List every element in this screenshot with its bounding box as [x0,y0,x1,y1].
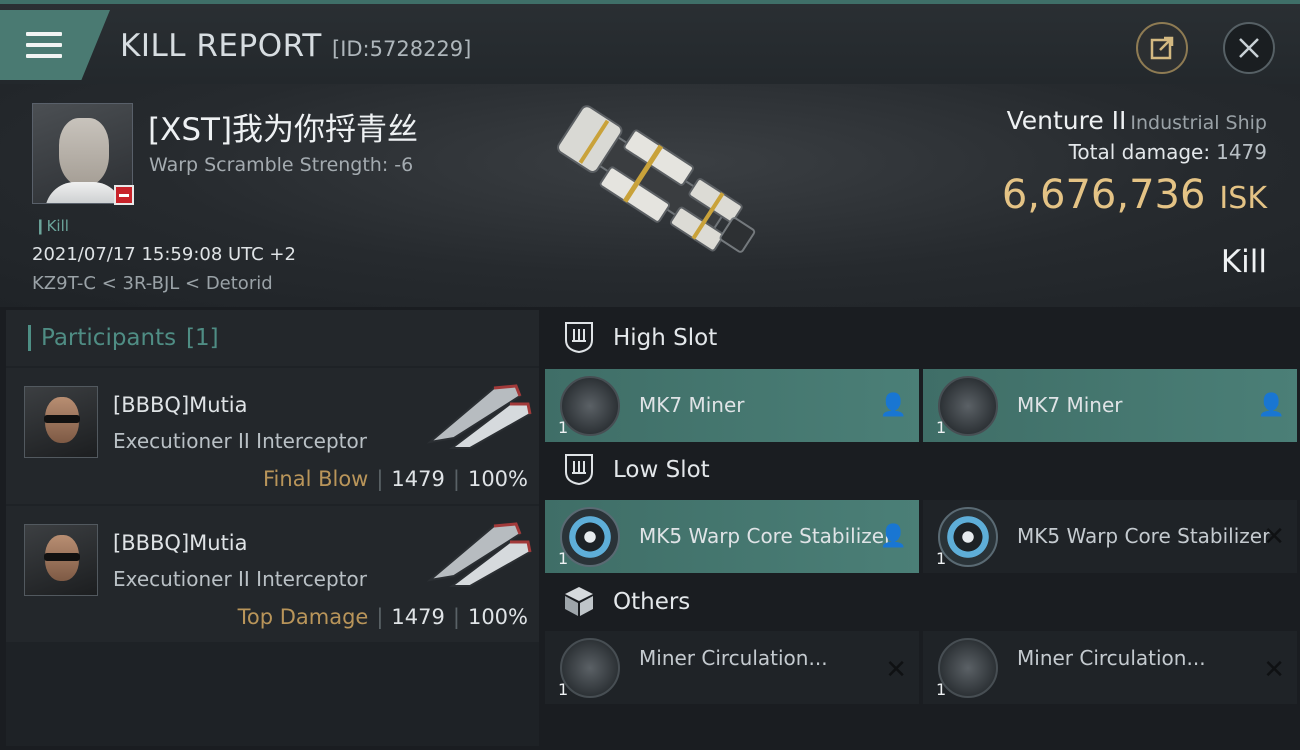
participants-title: Participants [41,325,177,351]
module-slot[interactable]: 1 Miner Circulation... ✕ [545,631,919,704]
participant-ship: Executioner II Interceptor [113,567,367,591]
fitted-person-icon: 👤 [1257,393,1285,418]
low-slot-header: Low Slot [545,442,1298,500]
participant-row[interactable]: [BBBQ]Mutia Executioner II Interceptor F… [6,368,539,504]
total-damage: Total damage: 1479 [1069,140,1267,164]
avatar[interactable] [24,524,98,596]
victim-section: [XST]我为你捋青丝 Warp Scramble Strength: -6 ❙… [0,84,1300,307]
close-icon [1239,38,1259,58]
module-slot[interactable]: 1 MK5 Warp Core Stabilizer 👤 [545,500,919,573]
others-title: Others [613,589,691,615]
ship-name[interactable]: Venture II [1007,106,1127,135]
module-slot[interactable]: 1 MK5 Warp Core Stabilizer ✕ [923,500,1297,573]
participant-damage: 1479 [391,467,445,491]
module-quantity: 1 [558,549,569,568]
hostile-status-badge [114,185,134,205]
module-slot[interactable]: 1 Miner Circulation... ✕ [923,631,1297,704]
destroyed-icon: ✕ [885,655,907,685]
module-slot[interactable]: 1 MK7 Miner 👤 [923,369,1297,442]
module-quantity: 1 [936,680,947,699]
participant-stats: Final Blow | 1479 | 100% [263,467,528,491]
module-slot[interactable]: 1 MK7 Miner 👤 [545,369,919,442]
weapon-icon [426,522,532,587]
weapon-icon [426,384,532,449]
total-damage-value: 1479 [1216,140,1267,164]
miner-rig-icon [560,638,620,698]
participant-tag: Final Blow [263,467,369,491]
warp-core-stabilizer-icon [938,507,998,567]
miner-module-icon [938,376,998,436]
participant-row[interactable]: [BBBQ]Mutia Executioner II Interceptor T… [6,506,539,642]
warp-scramble-strength: Warp Scramble Strength: -6 [149,154,414,176]
participants-panel: Participants [1] [BBBQ]Mutia Executioner… [6,310,539,746]
participant-percent: 100% [467,467,528,491]
destroyed-icon: ✕ [1263,655,1285,685]
low-slot-title: Low Slot [613,457,710,483]
fittings-panel: High Slot 1 MK7 Miner 👤 1 MK7 Miner 👤 Lo… [545,310,1298,746]
module-quantity: 1 [558,680,569,699]
module-name: Miner Circulation... [639,646,828,670]
module-name: MK7 Miner [1017,393,1123,417]
high-slot-title: High Slot [613,325,718,351]
result-label: Kill [1220,244,1267,280]
participant-stats: Top Damage | 1479 | 100% [237,605,528,629]
total-damage-label: Total damage: [1068,140,1211,164]
share-icon [1150,36,1174,60]
warp-core-stabilizer-icon [560,507,620,567]
participant-percent: 100% [467,605,528,629]
fitted-person-icon: 👤 [879,524,907,549]
fitted-person-icon: 👤 [879,393,907,418]
module-name: MK5 Warp Core Stabilizer [639,524,893,548]
kill-tag-label: Kill [46,217,69,235]
victim-name[interactable]: [XST]我为你捋青丝 [148,104,418,149]
miner-rig-icon [938,638,998,698]
kill-location[interactable]: KZ9T-C < 3R-BJL < Detorid [32,273,273,294]
ship-render[interactable] [535,96,775,286]
isk-unit: ISK [1219,181,1267,216]
kill-tag: ❙Kill [34,217,69,235]
ship-class: Industrial Ship [1130,112,1267,134]
module-quantity: 1 [936,549,947,568]
miner-module-icon [560,376,620,436]
participant-ship: Executioner II Interceptor [113,429,367,453]
share-button[interactable] [1136,22,1188,74]
others-header: Others [545,574,1298,632]
isk-value: 6,676,736 [1001,172,1206,218]
module-name: Miner Circulation... [1017,646,1206,670]
kill-report-header: KILL REPORT [ID:5728229] [0,0,1300,84]
avatar[interactable] [24,386,98,458]
page-title: KILL REPORT [120,28,322,64]
ship-info: Venture II Industrial Ship [1007,106,1267,135]
menu-icon [26,32,62,60]
close-button[interactable] [1223,22,1275,74]
participants-count: [1] [186,325,219,351]
module-quantity: 1 [936,418,947,437]
destroyed-icon: ✕ [1263,522,1285,552]
participants-header: Participants [1] [6,310,539,366]
module-name: MK5 Warp Core Stabilizer [1017,524,1271,548]
participant-name[interactable]: [BBBQ]Mutia [113,393,248,417]
module-quantity: 1 [558,418,569,437]
participant-damage: 1479 [391,605,445,629]
cargo-box-icon [565,587,593,616]
module-name: MK7 Miner [639,393,745,417]
kill-timestamp: 2021/07/17 15:59:08 UTC +2 [32,244,296,265]
low-slot-icon [565,454,593,486]
report-id: [ID:5728229] [332,37,472,61]
menu-button[interactable] [0,10,110,80]
high-slot-icon [565,322,593,354]
participant-name[interactable]: [BBBQ]Mutia [113,531,248,555]
participant-tag: Top Damage [237,605,369,629]
high-slot-header: High Slot [545,310,1298,368]
isk-value-row: 6,676,736 ISK [1002,172,1267,218]
